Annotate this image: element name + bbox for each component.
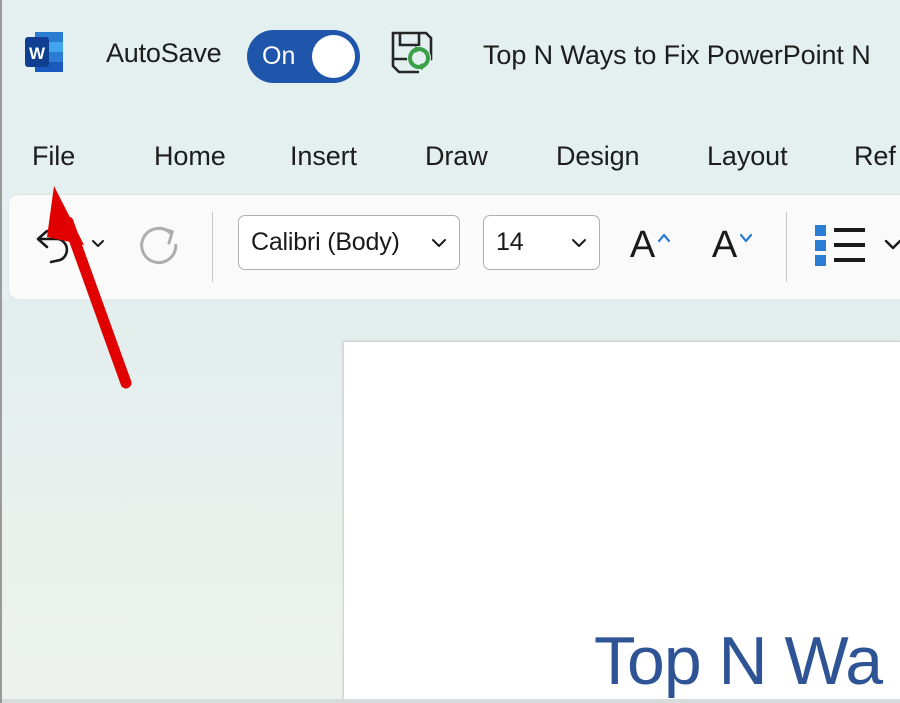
font-size-value: 14 [496, 228, 524, 256]
ribbon-divider-1 [212, 212, 213, 282]
shrink-font-glyph: A [711, 224, 738, 266]
caret-down-icon-svg [740, 233, 753, 243]
word-app-icon-svg: W [25, 32, 63, 72]
document-title[interactable]: Top N Ways to Fix PowerPoint N [483, 40, 871, 71]
chevron-down-icon [432, 238, 446, 247]
ribbon-tab-strip: File Home Insert Draw Design Layout Ref [2, 117, 900, 195]
undo-group [24, 212, 106, 274]
save-sync-icon[interactable] [388, 28, 436, 76]
caret-up-icon [656, 231, 672, 243]
document-page[interactable]: Top N Wa [343, 341, 900, 703]
grow-font-button[interactable]: A [622, 217, 680, 273]
tab-file[interactable]: File [32, 141, 75, 172]
tab-insert[interactable]: Insert [290, 141, 357, 172]
document-canvas: Top N Wa [2, 299, 900, 703]
font-name-dropdown-icon[interactable] [429, 233, 449, 253]
tab-design[interactable]: Design [556, 141, 640, 172]
bullet-list-icon [815, 225, 865, 266]
word-window: W AutoSave On Top N Ways to Fix PowerPoi… [0, 0, 900, 703]
toggle-knob [312, 35, 355, 78]
save-sync-icon-svg [391, 31, 433, 74]
chevron-down-icon [884, 239, 900, 250]
autosave-state-text: On [262, 42, 296, 70]
shrink-font-button[interactable]: A [704, 217, 762, 273]
bullets-dropdown-button[interactable] [882, 235, 900, 253]
redo-button[interactable] [135, 217, 187, 269]
tab-references[interactable]: Ref [854, 141, 896, 172]
font-name-value: Calibri (Body) [251, 228, 400, 256]
font-size-combo[interactable]: 14 [483, 215, 600, 270]
grow-font-glyph: A [629, 224, 656, 266]
tab-layout[interactable]: Layout [707, 141, 788, 172]
tab-draw[interactable]: Draw [425, 141, 488, 172]
undo-button[interactable] [24, 212, 86, 274]
bullets-button[interactable] [812, 219, 868, 271]
title-bar: W AutoSave On Top N Ways to Fix PowerPoi… [2, 0, 900, 117]
redo-icon [140, 226, 178, 264]
chevron-down-icon [92, 240, 104, 247]
ribbon-toolbar: Calibri (Body) 14 A A [9, 194, 900, 299]
autosave-toggle[interactable]: On [247, 30, 360, 83]
chevron-down-icon [572, 238, 586, 247]
font-name-combo[interactable]: Calibri (Body) [238, 215, 460, 270]
caret-down-icon [738, 231, 754, 243]
ribbon-divider-2 [786, 212, 787, 282]
document-heading[interactable]: Top N Wa [594, 622, 883, 700]
word-app-icon: W [23, 28, 65, 76]
caret-up-icon-svg [658, 233, 671, 243]
tab-home[interactable]: Home [154, 141, 226, 172]
undo-icon [36, 229, 69, 264]
autosave-label: AutoSave [106, 38, 222, 68]
canvas-bottom-edge [2, 699, 900, 703]
svg-text:W: W [29, 44, 46, 63]
undo-dropdown-button[interactable] [90, 235, 106, 251]
font-size-dropdown-icon[interactable] [569, 233, 589, 253]
